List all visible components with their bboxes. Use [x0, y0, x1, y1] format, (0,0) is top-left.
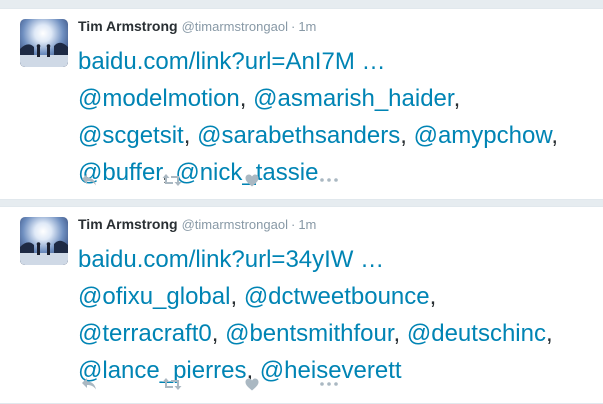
tweet-header: Tim Armstrong @timarmstrongaol · 1m	[78, 215, 316, 234]
fullname[interactable]: Tim Armstrong	[78, 216, 178, 232]
like-button[interactable]	[243, 375, 261, 393]
mention-link[interactable]: @amypchow	[414, 122, 552, 149]
mention-link[interactable]: @asmarish_haider	[253, 85, 453, 112]
tweet-actions	[80, 375, 380, 393]
mention-separator: ,	[239, 85, 247, 112]
timeline: Tim Armstrong @timarmstrongaol · 1m baidu.c…	[0, 0, 603, 404]
mention-separator: ,	[545, 320, 553, 347]
retweet-button[interactable]	[160, 375, 184, 393]
retweet-button[interactable]	[160, 171, 184, 189]
reply-button[interactable]	[80, 375, 98, 393]
mention-link[interactable]: @bentsmithfour	[225, 320, 393, 347]
fullname[interactable]: Tim Armstrong	[78, 18, 178, 34]
username[interactable]: @timarmstrongaol	[182, 217, 288, 232]
tweet-actions	[80, 171, 380, 189]
timestamp[interactable]: 1m	[298, 217, 316, 232]
mention-link[interactable]: @ofixu_global	[78, 283, 230, 310]
tweet-text: baidu.com/link?url=AnI7M … @modelmotion,…	[78, 43, 593, 191]
tweet-line: baidu.com/link?url=34yIW …	[78, 241, 593, 278]
more-icon	[320, 382, 338, 386]
tweet[interactable]: Tim Armstrong @timarmstrongaol · 1m baidu.c…	[0, 206, 603, 404]
heart-icon	[245, 378, 259, 390]
tweet-line: baidu.com/link?url=AnI7M …	[78, 43, 593, 80]
mention-link[interactable]: @modelmotion	[78, 85, 240, 112]
mention-link[interactable]: @sarabethsanders	[197, 122, 400, 149]
tweet-line: @terracraft0, @bentsmithfour, @deutschin…	[78, 315, 593, 352]
more-icon	[320, 178, 338, 182]
like-button[interactable]	[243, 171, 261, 189]
avatar[interactable]	[20, 19, 68, 67]
mention-link[interactable]: @scgetsit	[78, 122, 184, 149]
reply-icon	[82, 174, 96, 186]
reply-button[interactable]	[80, 171, 98, 189]
mention-separator: ,	[183, 122, 191, 149]
mention-separator: ,	[211, 320, 219, 347]
tweet-line: @modelmotion, @asmarish_haider,	[78, 80, 593, 117]
tweet-text: baidu.com/link?url=34yIW … @ofixu_global…	[78, 241, 593, 389]
mention-separator: ,	[453, 85, 461, 112]
mention-separator: ,	[230, 283, 238, 310]
username[interactable]: @timarmstrongaol	[182, 19, 288, 34]
mention-separator: ,	[393, 320, 401, 347]
avatar[interactable]	[20, 217, 68, 265]
tweet-header: Tim Armstrong @timarmstrongaol · 1m	[78, 17, 316, 36]
separator-dot: ·	[290, 19, 296, 34]
mention-separator: ,	[429, 283, 437, 310]
reply-icon	[82, 378, 96, 390]
tweet-line: @ofixu_global, @dctweetbounce,	[78, 278, 593, 315]
separator-dot: ·	[290, 217, 296, 232]
tweet-link[interactable]: baidu.com/link?url=AnI7M …	[78, 48, 385, 75]
mention-link[interactable]: @dctweetbounce	[244, 283, 430, 310]
avatar-photo	[20, 19, 68, 67]
mention-separator: ,	[551, 122, 559, 149]
avatar-photo	[20, 217, 68, 265]
retweet-icon	[162, 174, 182, 186]
mention-link[interactable]: @terracraft0	[78, 320, 212, 347]
heart-icon	[245, 174, 259, 186]
mention-link[interactable]: @deutschinc	[407, 320, 546, 347]
more-button[interactable]	[318, 171, 340, 189]
mention-separator: ,	[400, 122, 407, 149]
tweet-link[interactable]: baidu.com/link?url=34yIW …	[78, 246, 384, 273]
tweet[interactable]: Tim Armstrong @timarmstrongaol · 1m baidu.c…	[0, 8, 603, 200]
more-button[interactable]	[318, 375, 340, 393]
timestamp[interactable]: 1m	[298, 19, 316, 34]
retweet-icon	[162, 378, 182, 390]
tweet-line: @scgetsit, @sarabethsanders, @amypchow,	[78, 117, 593, 154]
